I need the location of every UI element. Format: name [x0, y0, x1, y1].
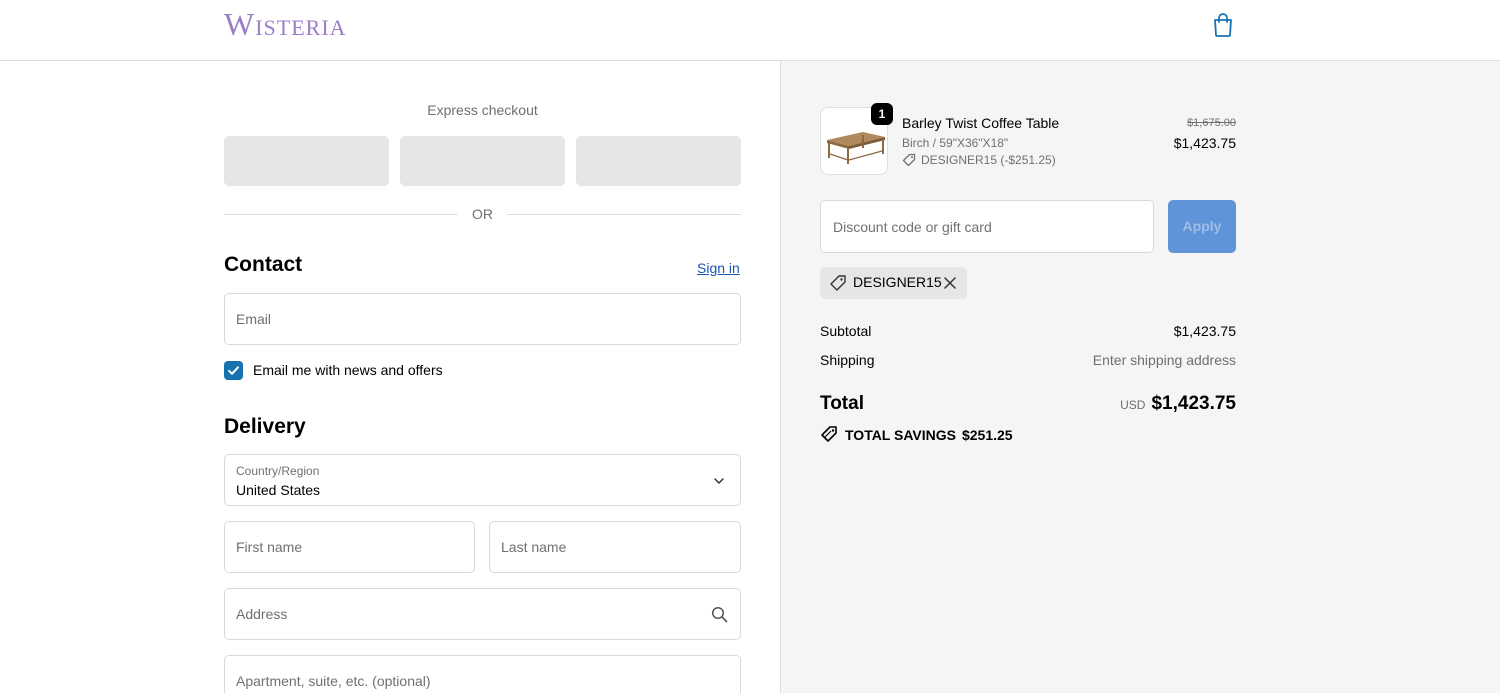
applied-code-chip: DESIGNER15	[820, 267, 967, 299]
chevron-down-icon	[714, 478, 724, 484]
store-logo[interactable]: Wisteria	[224, 6, 347, 43]
savings-value: $251.25	[961, 427, 1013, 443]
last-name-placeholder: Last name	[501, 539, 567, 555]
apartment-field[interactable]: Apartment, suite, etc. (optional)	[224, 655, 741, 693]
first-name-field[interactable]: First name	[224, 521, 475, 573]
express-pay-button-1[interactable]	[224, 136, 389, 186]
apply-button[interactable]: Apply	[1168, 200, 1236, 253]
tag-icon	[902, 153, 916, 167]
shipping-value: Enter shipping address	[1092, 352, 1236, 368]
first-name-placeholder: First name	[236, 539, 303, 555]
express-checkout-title: Express checkout	[427, 102, 538, 118]
country-label: Country/Region	[236, 464, 320, 478]
sign-in-link[interactable]: Sign in	[697, 260, 740, 276]
shopping-bag-icon[interactable]	[1211, 12, 1235, 38]
header: Wisteria	[0, 0, 1500, 61]
newsletter-checkbox[interactable]	[224, 361, 243, 380]
check-icon	[228, 366, 239, 375]
or-text: OR	[472, 206, 493, 222]
search-icon	[711, 606, 728, 623]
newsletter-label: Email me with news and offers	[253, 362, 443, 378]
express-pay-button-3[interactable]	[576, 136, 741, 186]
delivery-heading: Delivery	[224, 415, 306, 438]
contact-heading: Contact	[224, 253, 303, 276]
remove-code-icon[interactable]	[942, 275, 958, 291]
subtotal-value: $1,423.75	[1173, 323, 1236, 339]
country-value: United States	[236, 482, 321, 498]
email-placeholder: Email	[236, 311, 272, 327]
discounted-price: $1,423.75	[1173, 135, 1236, 151]
currency-code: USD	[1120, 398, 1146, 412]
total-savings: TOTAL SAVINGS $251.25	[820, 425, 1013, 444]
email-field[interactable]: Email	[224, 293, 741, 345]
total-value: $1,423.75	[1151, 393, 1236, 414]
savings-tag-icon	[821, 426, 837, 442]
total-label: Total	[820, 393, 864, 414]
subtotal-label: Subtotal	[820, 323, 872, 339]
savings-label: TOTAL SAVINGS	[845, 427, 956, 443]
product-name: Barley Twist Coffee Table	[902, 115, 1060, 131]
applied-code: DESIGNER15	[853, 274, 942, 290]
quantity-badge: 1	[871, 103, 893, 125]
last-name-field[interactable]: Last name	[489, 521, 741, 573]
order-summary-panel	[780, 61, 1500, 693]
original-price: $1,675.00	[1187, 117, 1236, 129]
total-amount: USD $1,423.75	[1000, 393, 1236, 415]
product-discount-text: DESIGNER15 (-$251.25)	[921, 153, 1056, 167]
product-variant: Birch / 59"X36"X18"	[902, 136, 1009, 150]
country-select[interactable]: Country/Region United States	[224, 454, 741, 506]
shipping-label: Shipping	[820, 352, 875, 368]
tag-icon	[830, 275, 846, 291]
or-divider: OR	[224, 205, 741, 223]
discount-code-input[interactable]: Discount code or gift card	[820, 200, 1154, 253]
express-pay-button-2[interactable]	[400, 136, 565, 186]
discount-placeholder: Discount code or gift card	[833, 219, 992, 235]
product-discount: DESIGNER15 (-$251.25)	[902, 153, 1056, 167]
address-placeholder: Address	[236, 606, 288, 622]
apartment-placeholder: Apartment, suite, etc. (optional)	[236, 673, 431, 689]
address-field[interactable]: Address	[224, 588, 741, 640]
